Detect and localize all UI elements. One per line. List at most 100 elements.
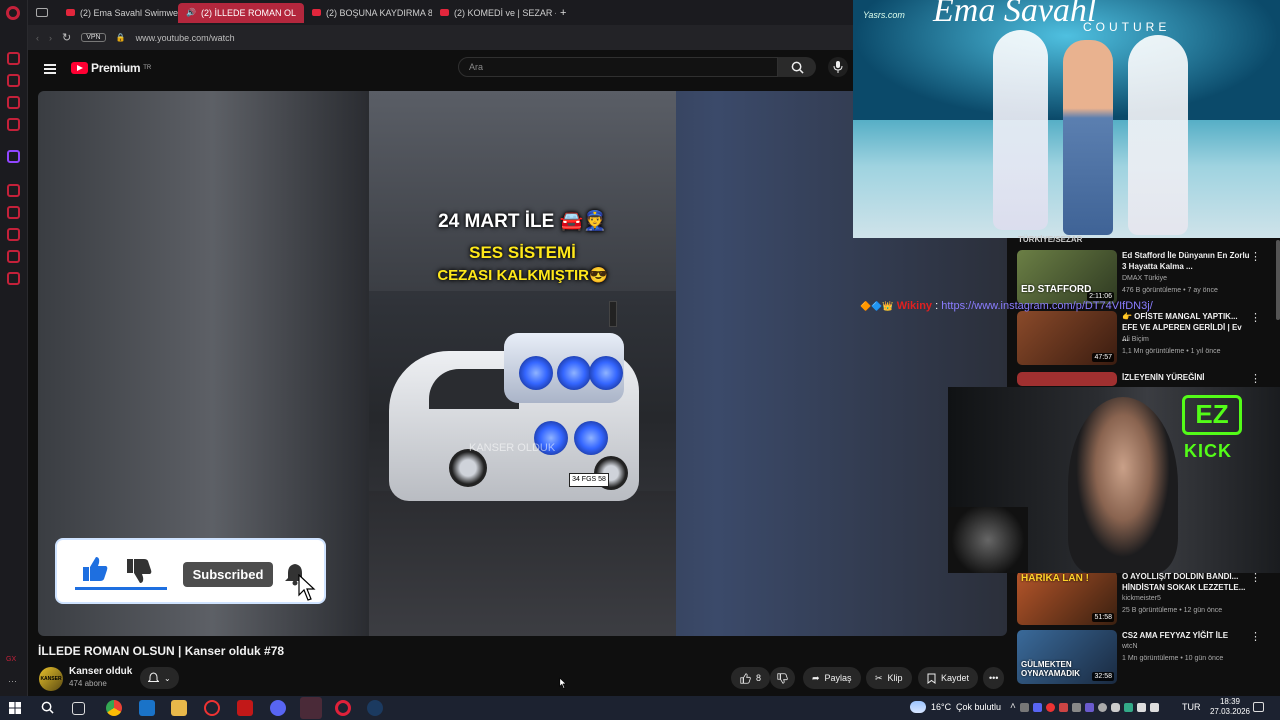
- more-actions-button[interactable]: •••: [983, 667, 1005, 689]
- sidebar-app-icon[interactable]: [7, 184, 20, 197]
- sidebar-app-icon[interactable]: [7, 250, 20, 263]
- suggestion-thumbnail[interactable]: 47:57: [1017, 311, 1117, 365]
- menu-icon[interactable]: [44, 62, 56, 76]
- settings-icon[interactable]: [7, 272, 20, 285]
- sidebar-app-icon[interactable]: [7, 118, 20, 131]
- tray-icon[interactable]: [1059, 703, 1068, 712]
- voice-search-button[interactable]: [828, 57, 848, 77]
- sidebar-app-icon[interactable]: [7, 206, 20, 219]
- sidebar-app-icon[interactable]: [7, 74, 20, 87]
- subscribed-button[interactable]: Subscribed: [183, 562, 273, 587]
- runway-watermark: Yasrs.com: [863, 10, 905, 20]
- clock-time[interactable]: 18:39: [1210, 697, 1250, 706]
- suggestion-channel[interactable]: wtcN: [1122, 643, 1138, 650]
- sidebar-app-icon[interactable]: [7, 96, 20, 109]
- suggestion-title[interactable]: CS2 AMA FEYYAZ YİĞİT İLE: [1122, 630, 1250, 641]
- network-icon[interactable]: [1137, 703, 1146, 712]
- youtube-logo[interactable]: Premium TR: [71, 61, 151, 75]
- mic-icon[interactable]: [1111, 703, 1120, 712]
- mic-icon: [833, 61, 843, 73]
- suggestion-channel[interactable]: kickmeister5: [1122, 595, 1161, 602]
- channel-name[interactable]: Kanser olduk: [69, 666, 132, 677]
- app-icon[interactable]: [139, 700, 155, 716]
- clip-button[interactable]: ✂ Klip: [866, 667, 912, 689]
- vpn-badge[interactable]: VPN: [81, 33, 106, 42]
- streamer: [1068, 397, 1178, 573]
- opera-icon[interactable]: [335, 700, 351, 716]
- suggestion-stats: 25 B görüntüleme • 12 gün önce: [1122, 607, 1223, 614]
- weather-temp[interactable]: 16°C: [931, 702, 951, 712]
- search-icon[interactable]: [41, 701, 54, 714]
- cloud-icon: [910, 701, 926, 713]
- chat-message: 🔶🔷👑 Wikiny : https://www.instagram.com/p…: [860, 300, 1153, 312]
- save-button[interactable]: Kaydet: [918, 667, 979, 689]
- chrome-icon[interactable]: [106, 700, 122, 716]
- notifications-icon[interactable]: [1253, 702, 1264, 712]
- tray-icon[interactable]: [1085, 703, 1094, 712]
- dislike-icon[interactable]: [125, 558, 153, 584]
- back-icon[interactable]: ‹: [36, 33, 39, 43]
- search-button[interactable]: [778, 57, 816, 77]
- suggestion-title[interactable]: Ed Stafford İle Dünyanın En Zorlu 3 Haya…: [1122, 250, 1250, 272]
- forward-icon[interactable]: ›: [49, 33, 52, 43]
- language-indicator[interactable]: TUR: [1182, 702, 1201, 712]
- share-button[interactable]: ➦ Paylaş: [803, 667, 861, 689]
- more-icon[interactable]: ⋮: [1250, 630, 1261, 643]
- reload-icon[interactable]: ↻: [62, 31, 71, 44]
- like-button[interactable]: 8: [731, 667, 771, 689]
- search-input[interactable]: Ara: [458, 57, 778, 77]
- tab[interactable]: (2) KOMEDİ ve | SEZAR - Y: [432, 3, 556, 23]
- channel-avatar[interactable]: KANSER OLDUK: [39, 667, 63, 706]
- taskbar: 16°C Çok bulutlu ˄ TUR 18:39 27.03.2026: [0, 696, 1280, 720]
- dislike-button[interactable]: [770, 667, 795, 689]
- tray-icon[interactable]: [1098, 703, 1107, 712]
- more-icon[interactable]: ⋮: [1250, 372, 1261, 385]
- sidebar-app-icon[interactable]: [7, 52, 20, 65]
- suggestion-thumbnail[interactable]: [1017, 372, 1117, 386]
- tray-icon[interactable]: [1046, 703, 1055, 712]
- app-icon[interactable]: [237, 700, 253, 716]
- tray-icon[interactable]: [1020, 703, 1029, 712]
- tab-label: (2) KOMEDİ ve | SEZAR - Y: [454, 7, 556, 18]
- clock-date[interactable]: 27.03.2026: [1203, 707, 1257, 716]
- tray-icon[interactable]: [1033, 703, 1042, 712]
- volume-icon[interactable]: [1150, 703, 1159, 712]
- like-icon[interactable]: [81, 556, 109, 582]
- new-tab-button[interactable]: +: [560, 7, 566, 19]
- weather-text[interactable]: Çok bulutlu: [956, 702, 1001, 712]
- opera-gx-icon[interactable]: [300, 697, 322, 719]
- discord-icon[interactable]: [270, 700, 286, 716]
- url-field[interactable]: www.youtube.com/watch: [136, 33, 235, 43]
- sidebar-more-icon[interactable]: ···: [8, 676, 17, 686]
- more-icon[interactable]: ⋮: [1250, 250, 1261, 263]
- tab-active[interactable]: 🔊 (2) İLLEDE ROMAN OL: [178, 2, 304, 23]
- folder-icon[interactable]: [171, 700, 187, 716]
- tab[interactable]: (2) Ema Savahl Swimwear: [58, 3, 178, 23]
- steam-icon[interactable]: [367, 700, 383, 716]
- tab[interactable]: (2) BOŞUNA KAYDIRMA 8: [304, 3, 432, 23]
- suggestion-thumbnail[interactable]: GÜLMEKTEN OYNAYAMADIK 32:58: [1017, 630, 1117, 684]
- clip-label: Klip: [887, 673, 903, 683]
- chat-link[interactable]: https://www.instagram.com/p/DT74VIfDN3j/: [941, 300, 1153, 312]
- suggestion-title[interactable]: O AYOLLIŞ/T DOLDIN BANDI... HİNDİSTAN SO…: [1122, 571, 1250, 593]
- suggestion-thumbnail[interactable]: HARİKA LAN ! 51:58: [1017, 571, 1117, 625]
- suggestion-thumbnail[interactable]: ED STAFFORD 2:11:06: [1017, 250, 1117, 304]
- app-icon[interactable]: [204, 700, 220, 716]
- tray-chevron-icon[interactable]: ˄: [1010, 701, 1016, 712]
- suggestion-channel[interactable]: DMAX Türkiye: [1122, 275, 1167, 282]
- suggestion-title[interactable]: İZLEYENİN YÜREĞİNİ: [1122, 372, 1250, 383]
- sidebar-app-icon[interactable]: [7, 228, 20, 241]
- notification-bell-button[interactable]: ⌄: [140, 667, 179, 689]
- opera-icon[interactable]: [6, 6, 20, 20]
- twitch-icon[interactable]: [7, 150, 20, 163]
- tab-menu-icon[interactable]: [36, 8, 48, 17]
- tray-icon[interactable]: [1124, 703, 1133, 712]
- subscribe-overlay: Subscribed: [55, 538, 326, 604]
- more-icon[interactable]: ⋮: [1250, 311, 1261, 324]
- windows-icon[interactable]: [9, 702, 21, 714]
- tray-icon[interactable]: [1072, 703, 1081, 712]
- task-view-icon[interactable]: [72, 702, 85, 715]
- tab-label: (2) BOŞUNA KAYDIRMA 8: [326, 7, 432, 18]
- scrollbar[interactable]: [1276, 240, 1280, 320]
- suggestion-channel[interactable]: Ali Biçim: [1122, 336, 1149, 343]
